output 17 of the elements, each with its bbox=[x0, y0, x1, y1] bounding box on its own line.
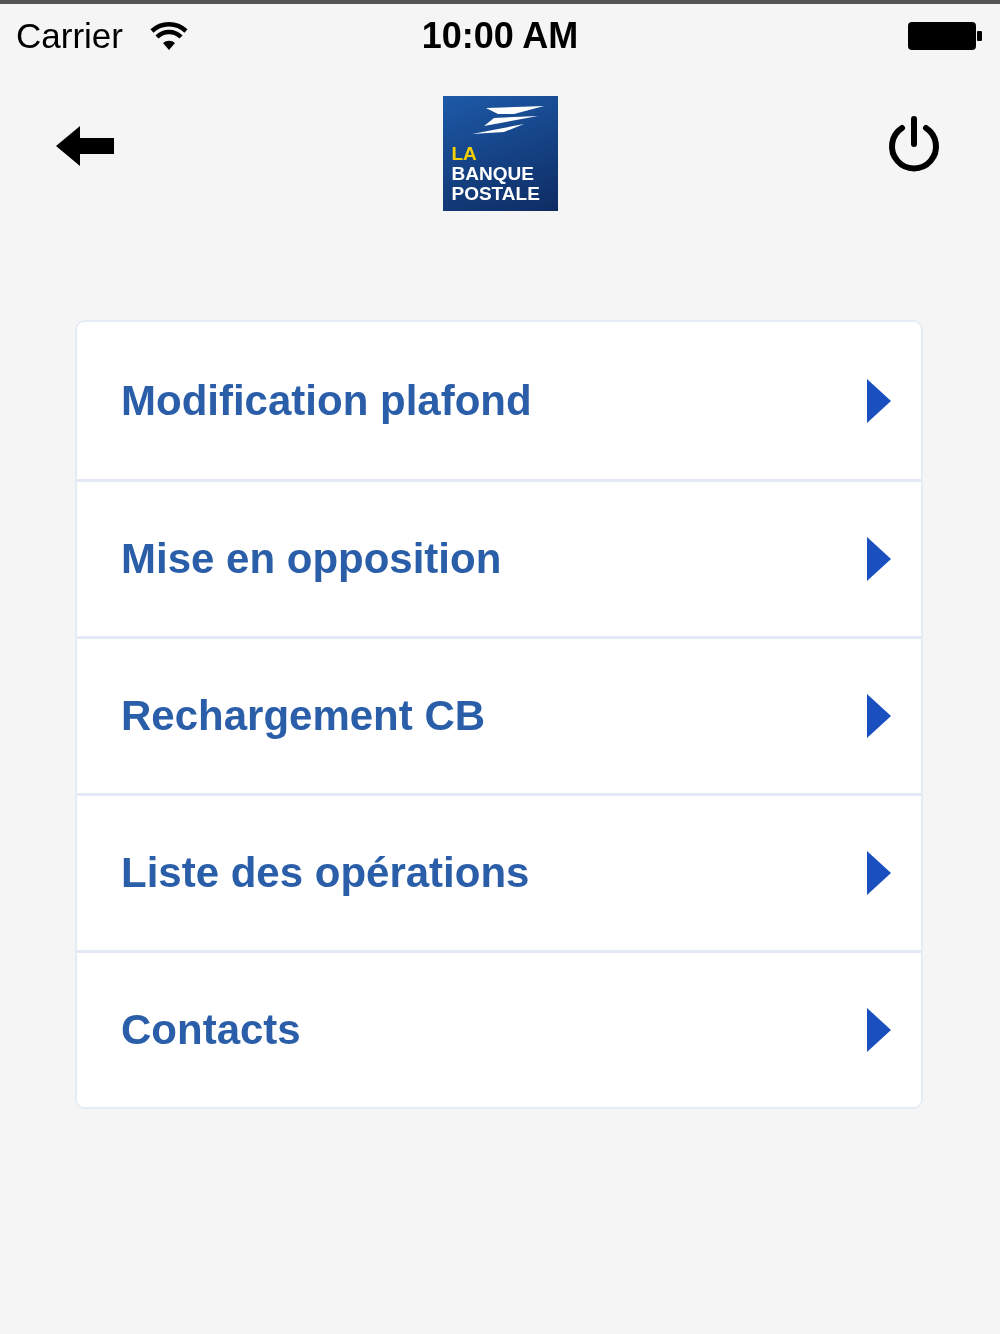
chevron-right-icon bbox=[867, 378, 891, 423]
power-button[interactable] bbox=[886, 116, 942, 174]
logo-text: POSTALE bbox=[451, 184, 540, 204]
carrier-label: Carrier bbox=[16, 16, 123, 56]
chevron-right-icon bbox=[867, 694, 891, 738]
chevron-right-icon bbox=[867, 851, 891, 895]
wifi-icon bbox=[150, 22, 188, 52]
logo-text: LA bbox=[451, 144, 477, 164]
menu-item[interactable]: Contacts bbox=[77, 950, 921, 1107]
back-button[interactable] bbox=[56, 126, 114, 166]
back-arrow-icon bbox=[56, 126, 114, 166]
clock-time: 10:00 AM bbox=[421, 15, 579, 57]
chevron-right-icon bbox=[867, 1008, 891, 1052]
chevron-right-icon bbox=[867, 537, 891, 581]
logo-text: BANQUE bbox=[451, 164, 534, 184]
battery-icon bbox=[908, 22, 982, 50]
power-icon bbox=[886, 116, 942, 174]
